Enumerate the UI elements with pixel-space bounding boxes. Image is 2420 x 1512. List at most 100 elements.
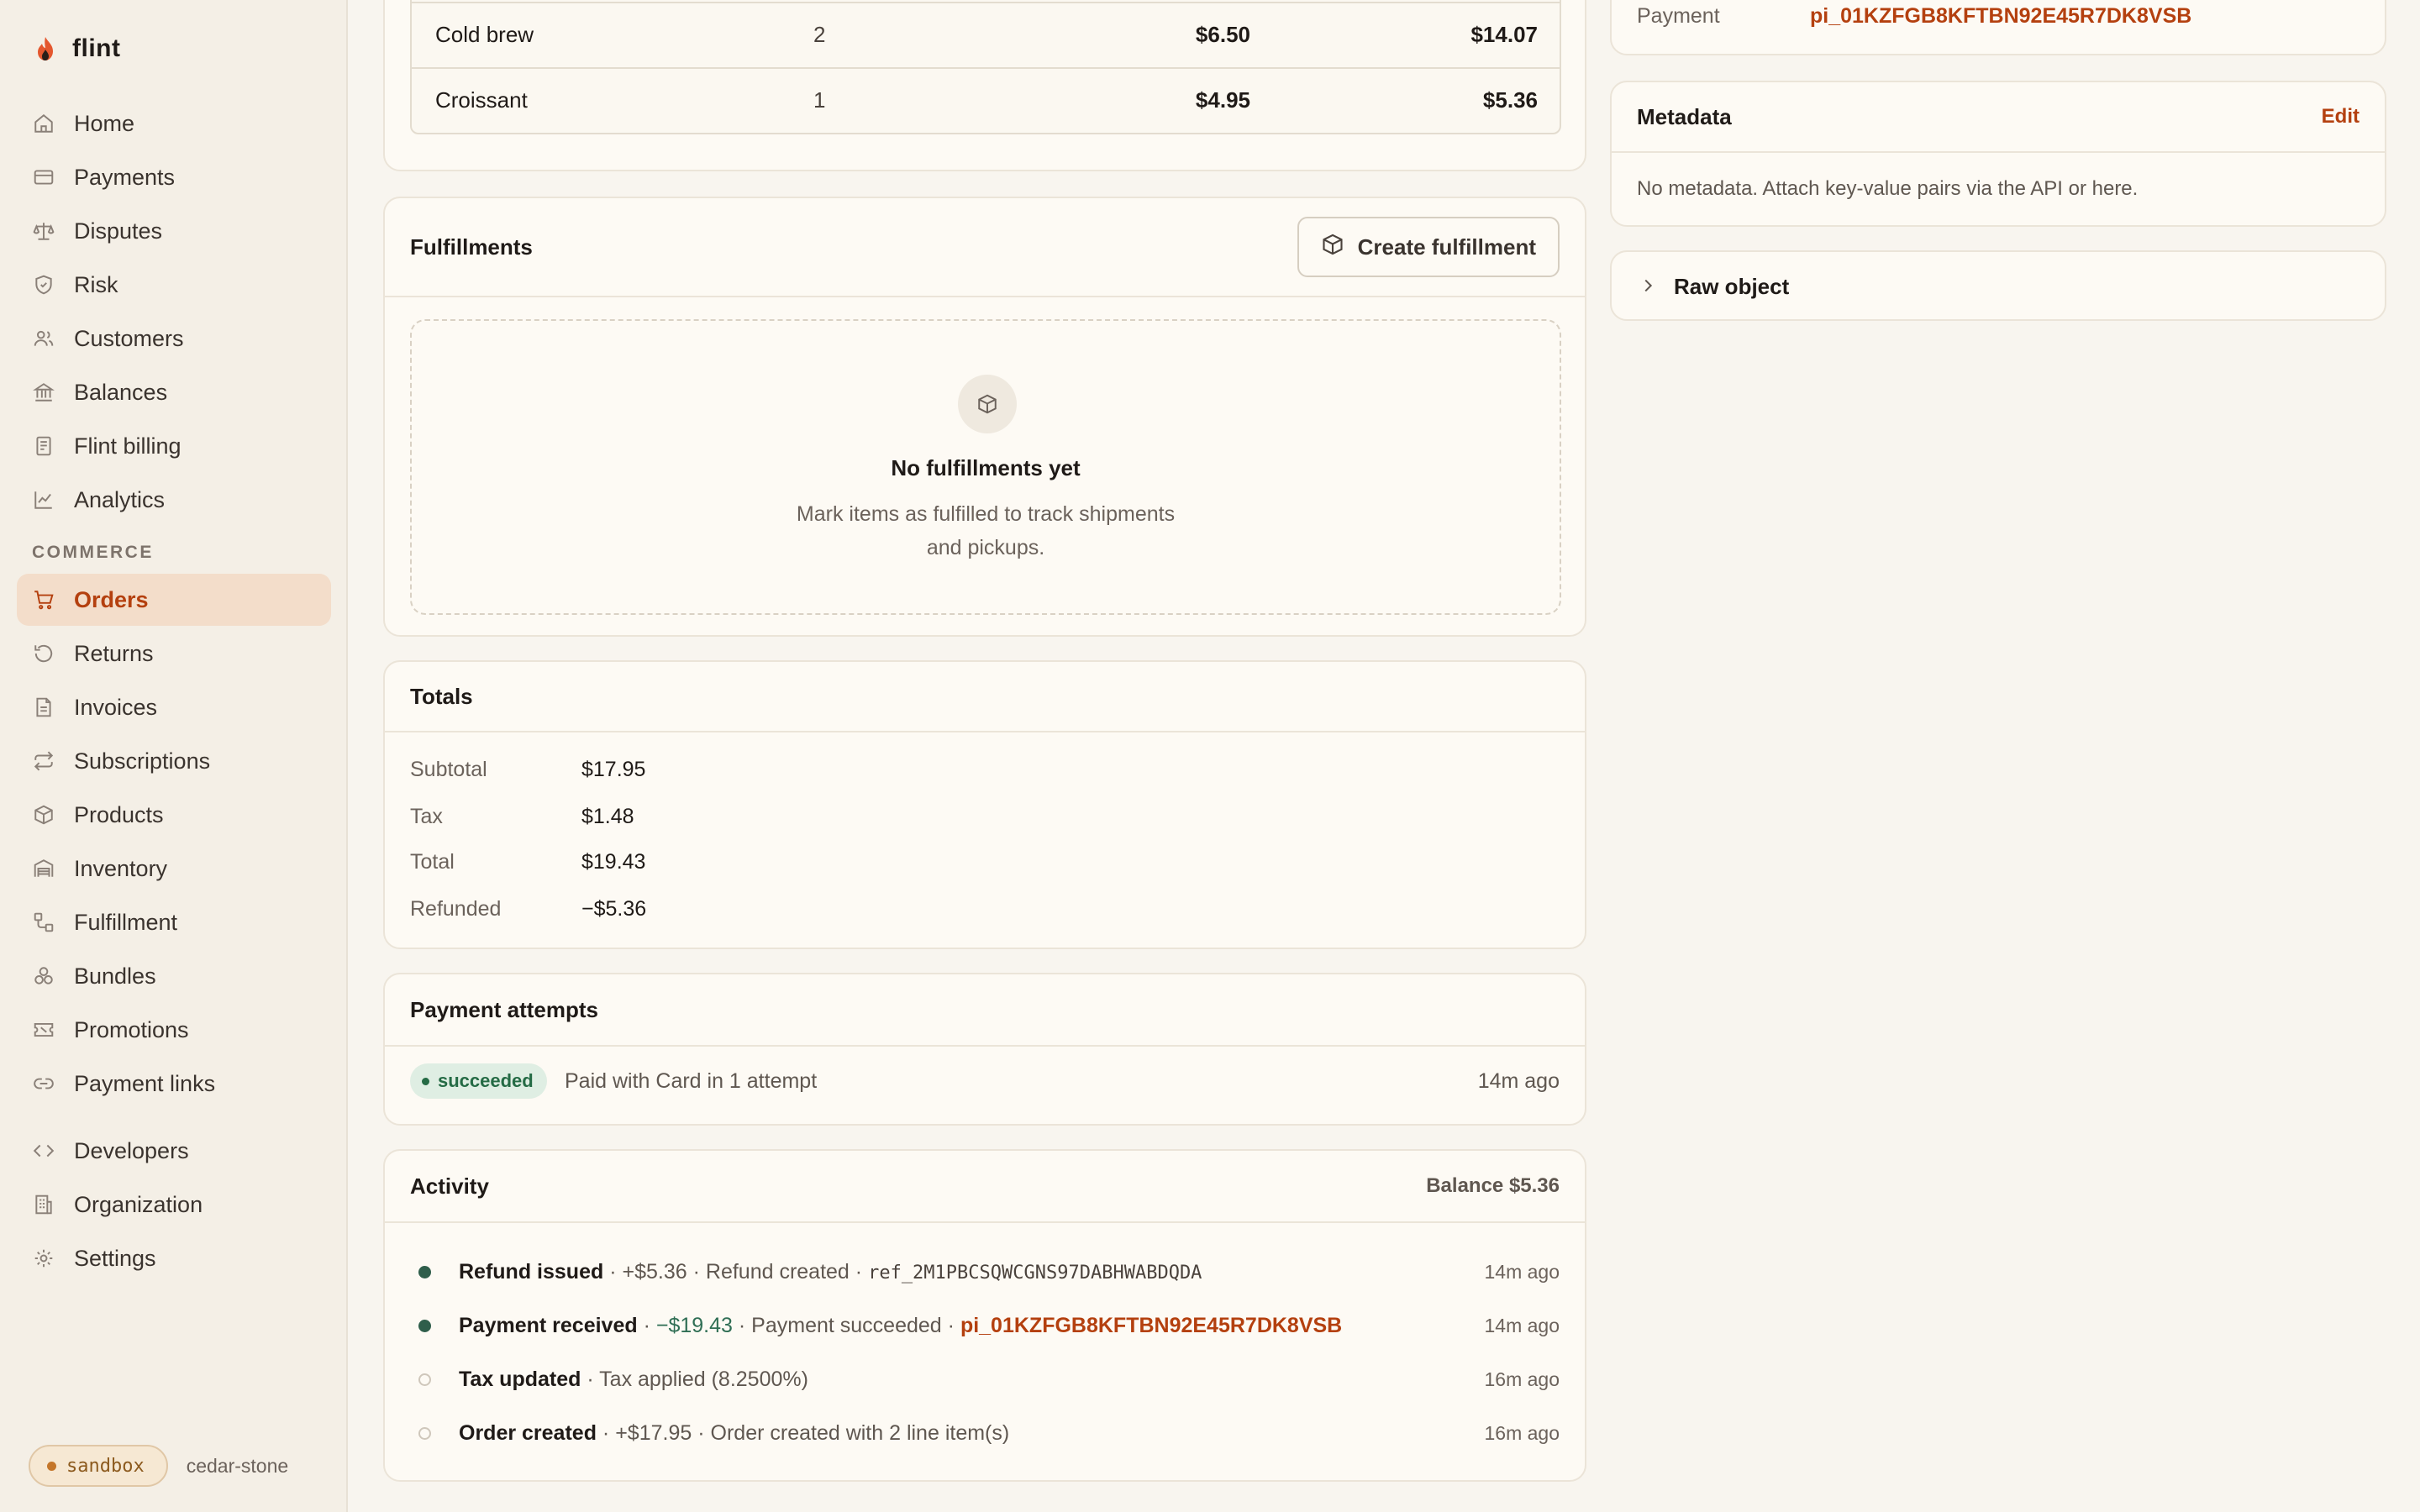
brand-name: flint xyxy=(72,34,121,62)
edit-metadata-button[interactable]: Edit xyxy=(2322,105,2360,129)
sidebar-item-risk[interactable]: Risk xyxy=(17,259,331,311)
status-badge-label: succeeded xyxy=(438,1070,534,1091)
activity-text: Refund issued · +$5.36 · Refund created … xyxy=(459,1260,1202,1284)
item-price: $4.95 xyxy=(1195,87,1250,113)
sidebar-item-organization[interactable]: Organization xyxy=(17,1179,331,1231)
sidebar-item-developers[interactable]: Developers xyxy=(17,1125,331,1177)
link-icon xyxy=(32,1072,55,1095)
separator: · xyxy=(947,1313,955,1337)
box-icon xyxy=(32,803,55,827)
status-dot xyxy=(418,1426,431,1440)
payment-attempts-card: Payment attempts succeeded Paid with Car… xyxy=(383,973,1586,1126)
separator: · xyxy=(587,1367,594,1391)
activity-card: Activity Balance $5.36 Refund issued · +… xyxy=(383,1149,1586,1482)
home-icon xyxy=(32,112,55,135)
sidebar-item-orders[interactable]: Orders xyxy=(17,574,331,626)
sidebar-item-payment-links[interactable]: Payment links xyxy=(17,1058,331,1110)
sidebar-item-returns[interactable]: Returns xyxy=(17,627,331,680)
separator: · xyxy=(602,1420,610,1445)
sidebar-item-label: Products xyxy=(74,801,164,827)
sandbox-badge-label: sandbox xyxy=(66,1455,145,1477)
separator: · xyxy=(738,1313,746,1337)
table-row: Cold brew 2 $6.50 $14.07 xyxy=(412,2,1560,66)
sidebar-item-bundles[interactable]: Bundles xyxy=(17,950,331,1002)
sidebar-item-settings[interactable]: Settings xyxy=(17,1232,331,1284)
metadata-empty-text: No metadata. Attach key-value pairs via … xyxy=(1637,177,2139,200)
separator: · xyxy=(643,1313,650,1337)
sidebar-item-label: Inventory xyxy=(74,855,168,881)
sidebar-item-analytics[interactable]: Analytics xyxy=(17,474,331,526)
environment-switcher[interactable]: sandbox cedar-stone xyxy=(29,1445,288,1487)
chart-icon xyxy=(32,488,55,512)
activity-row: Payment received · −$19.43 · Payment suc… xyxy=(418,1309,1560,1342)
status-dot xyxy=(422,1077,429,1085)
tax-label: Tax xyxy=(410,805,443,828)
environment-name: cedar-stone xyxy=(186,1454,289,1477)
sidebar-item-flint-billing[interactable]: Flint billing xyxy=(17,420,331,472)
sidebar-item-label: Customers xyxy=(74,325,184,351)
building-icon xyxy=(32,1193,55,1216)
card-title: Fulfillments xyxy=(410,234,533,260)
totals-card: Totals Subtotal $17.95 Tax $1.48 Total $… xyxy=(383,660,1586,949)
box-icon xyxy=(958,375,1017,433)
sidebar-item-customers[interactable]: Customers xyxy=(17,312,331,365)
sidebar-item-subscriptions[interactable]: Subscriptions xyxy=(17,735,331,787)
activity-time: 16m ago xyxy=(1484,1368,1560,1390)
create-fulfillment-button[interactable]: Create fulfillment xyxy=(1297,217,1560,277)
shield-icon xyxy=(32,273,55,297)
status-dot xyxy=(418,1265,431,1278)
sandbox-badge[interactable]: sandbox xyxy=(29,1445,168,1487)
item-price: $6.50 xyxy=(1195,21,1250,47)
payment-id-link[interactable]: pi_01KZFGB8KFTBN92E45R7DK8VSB xyxy=(960,1314,1342,1337)
separator: · xyxy=(692,1259,700,1284)
users-icon xyxy=(32,327,55,350)
sidebar-item-promotions[interactable]: Promotions xyxy=(17,1004,331,1056)
sidebar-item-payments[interactable]: Payments xyxy=(17,151,331,203)
activity-description: Payment succeeded xyxy=(751,1313,942,1337)
activity-time: 16m ago xyxy=(1484,1421,1560,1444)
sidebar-item-inventory[interactable]: Inventory xyxy=(17,843,331,895)
return-icon xyxy=(32,642,55,665)
empty-state-title: No fulfillments yet xyxy=(891,455,1081,480)
total-value: $19.43 xyxy=(581,850,646,874)
sidebar-item-label: Risk xyxy=(74,271,118,297)
refund-reference[interactable]: ref_2M1PBCSQWCGNS97DABHWABDQDA xyxy=(868,1263,1202,1284)
sidebar-item-invoices[interactable]: Invoices xyxy=(17,681,331,733)
separator: · xyxy=(855,1259,863,1284)
sidebar-item-label: Invoices xyxy=(74,694,158,720)
status-dot xyxy=(418,1319,431,1332)
refunded-value: −$5.36 xyxy=(581,897,647,921)
repeat-icon xyxy=(32,749,55,773)
card-header: Payment attempts xyxy=(385,974,1585,1047)
brand[interactable]: flint xyxy=(34,32,120,66)
sidebar-item-home[interactable]: Home xyxy=(17,97,331,150)
sidebar-item-label: Subscriptions xyxy=(74,748,211,774)
raw-object-toggle[interactable]: Raw object xyxy=(1610,250,2386,321)
sidebar-item-balances[interactable]: Balances xyxy=(17,366,331,418)
activity-title: Tax updated xyxy=(459,1367,581,1391)
sidebar-item-products[interactable]: Products xyxy=(17,789,331,841)
card-title: Totals xyxy=(410,683,473,709)
card-icon xyxy=(32,165,55,189)
activity-description: Order created with 2 line item(s) xyxy=(710,1420,1010,1445)
activity-text: Payment received · −$19.43 · Payment suc… xyxy=(459,1314,1342,1338)
payment-id-link[interactable]: pi_01KZFGB8KFTBN92E45R7DK8VSB xyxy=(1810,4,2191,29)
balance-label: Balance $5.36 xyxy=(1426,1174,1560,1197)
details-card: Payment pi_01KZFGB8KFTBN92E45R7DK8VSB xyxy=(1610,0,2386,55)
fulfillment-icon xyxy=(32,911,55,934)
subtotal-value: $17.95 xyxy=(581,758,646,781)
separator: · xyxy=(609,1259,617,1284)
sidebar-item-fulfillment[interactable]: Fulfillment xyxy=(17,896,331,948)
code-icon xyxy=(32,1139,55,1163)
sidebar-item-disputes[interactable]: Disputes xyxy=(17,205,331,257)
card-header: Metadata Edit xyxy=(1612,82,2385,153)
document-icon xyxy=(32,434,55,458)
sidebar-item-label: Returns xyxy=(74,640,154,666)
item-total: $5.36 xyxy=(1482,87,1538,113)
sidebar-item-label: Promotions xyxy=(74,1016,189,1042)
table-row: Croissant 1 $4.95 $5.36 xyxy=(412,67,1560,131)
sidebar-item-label: Balances xyxy=(74,379,168,405)
status-dot xyxy=(47,1461,56,1471)
activity-amount: −$19.43 xyxy=(655,1313,733,1337)
sidebar-item-label: Payment links xyxy=(74,1070,216,1096)
